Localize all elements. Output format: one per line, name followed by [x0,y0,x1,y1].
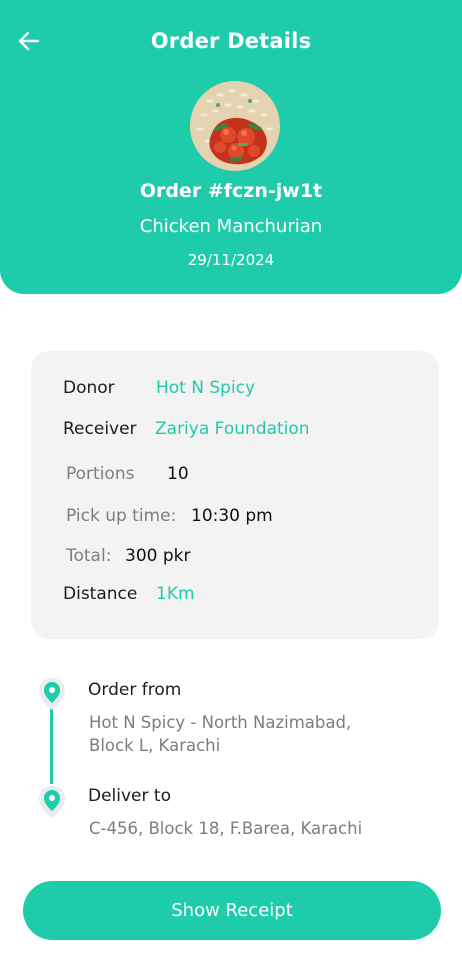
total-value: 300 pkr [125,546,191,566]
order-date: 29/11/2024 [187,251,275,269]
dish-photo [190,81,280,171]
portions-value: 10 [167,464,189,484]
order-from-title: Order from [88,680,182,700]
order-from-address-line1: Hot N Spicy - North Nazimabad, [89,713,352,732]
order-from-address: Hot N Spicy - North Nazimabad, Block L, … [89,711,351,757]
location-pin-icon [39,678,65,710]
donor-value: Hot N Spicy [156,378,256,398]
distance-label: Distance [63,584,138,604]
order-id: Order #fczn-jw1t [139,180,323,202]
distance-value: 1Km [156,584,195,604]
total-label: Total: [66,546,112,566]
location-pin-icon [39,786,65,818]
deliver-to-address: C-456, Block 18, F.Barea, Karachi [89,819,363,838]
order-info-card: Donor Hot N Spicy Receiver Zariya Founda… [31,351,439,639]
deliver-to-title: Deliver to [88,786,171,806]
receiver-label: Receiver [63,419,137,439]
order-header: Order Details Order #fczn-jw1t Chicken M… [0,0,462,294]
page-title: Order Details [150,29,312,53]
pickup-value: 10:30 pm [191,506,273,526]
pickup-label: Pick up time: [66,506,177,526]
dish-name: Chicken Manchurian [139,216,323,237]
donor-label: Donor [63,378,115,398]
receiver-value: Zariya Foundation [155,419,310,439]
portions-label: Portions [66,464,135,484]
show-receipt-button[interactable]: Show Receipt [23,881,441,940]
route-connector [50,704,53,784]
order-from-address-line2: Block L, Karachi [89,736,221,755]
